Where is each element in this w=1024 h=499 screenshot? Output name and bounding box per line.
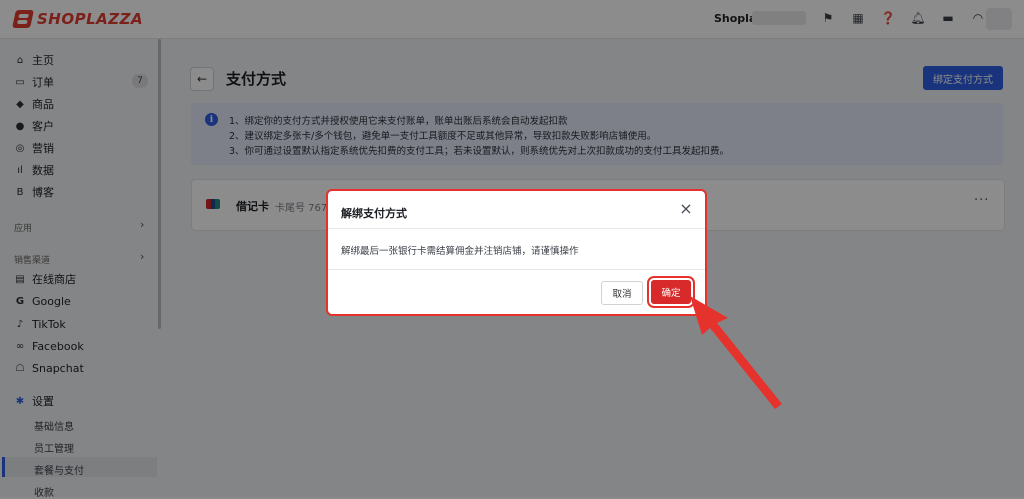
close-icon[interactable]: × [678,201,694,217]
divider [328,269,705,270]
confirm-button[interactable]: 确定 [647,276,695,308]
dialog-title: 解绑支付方式 [341,207,407,220]
divider [328,228,705,229]
dialog-message: 解绑最后一张银行卡需结算佣金并注销店铺，请谨慎操作 [341,246,579,257]
app-window: SHOPLAZZA Shoplazza ⚑ ▦ ❓ 🔔︎ ▬ ◠ ⌂ 主页 ▭ … [0,0,1024,499]
unbind-payment-dialog: 解绑支付方式 × 解绑最后一张银行卡需结算佣金并注销店铺，请谨慎操作 取消 确定 [326,189,707,316]
cancel-button[interactable]: 取消 [601,281,643,305]
